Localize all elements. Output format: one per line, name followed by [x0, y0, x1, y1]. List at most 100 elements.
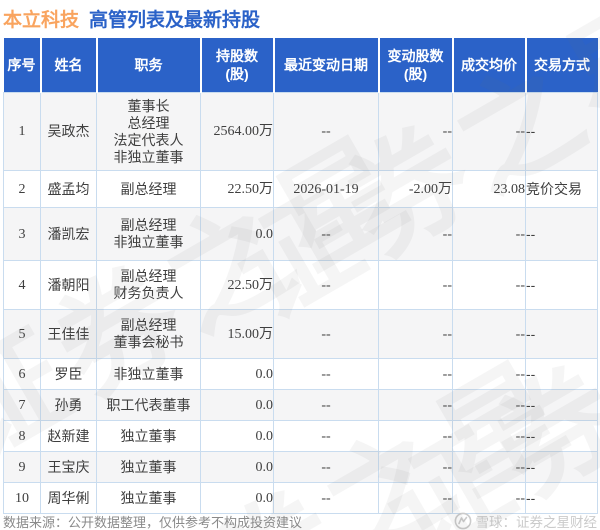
cell-no: 1: [3, 92, 41, 171]
cell-change-date: --: [273, 207, 379, 261]
cell-no: 5: [3, 309, 41, 359]
cell-shares: 0.0: [200, 389, 274, 421]
cell-change-shares: --: [378, 420, 453, 452]
col-header-position: 职务: [95, 38, 201, 93]
cell-name: 罗臣: [40, 358, 97, 390]
cell-name: 赵新建: [40, 420, 97, 452]
col-header-trade-method: 交易方式: [524, 38, 598, 93]
cell-position: 独立董事: [96, 482, 201, 514]
title-text: 高管列表及最新持股: [89, 10, 261, 31]
table-row: 8 赵新建 独立董事 0.0 -- -- -- --: [3, 420, 598, 452]
cell-change-shares: --: [378, 389, 453, 421]
cell-shares: 22.50万: [200, 170, 274, 208]
cell-trade-method: --: [525, 482, 598, 514]
cell-shares: 15.00万: [200, 309, 274, 359]
cell-name: 盛孟均: [40, 170, 97, 208]
cell-trade-method: --: [525, 358, 598, 390]
cell-change-shares: --: [378, 207, 453, 261]
table-row: 7 孙勇 职工代表董事 0.0 -- -- -- --: [3, 389, 598, 421]
cell-change-shares: --: [378, 309, 453, 359]
cell-trade-method: --: [525, 451, 598, 483]
cell-change-shares: --: [378, 92, 453, 171]
cell-change-date: --: [273, 358, 379, 390]
cell-avg-price: --: [452, 451, 526, 483]
cell-no: 7: [3, 389, 41, 421]
xueqiu-logo-icon: [454, 512, 472, 530]
cell-no: 10: [3, 482, 41, 514]
cell-change-shares: -2.00万: [378, 170, 453, 208]
cell-no: 3: [3, 207, 41, 261]
cell-shares: 0.0: [200, 207, 274, 261]
cell-change-date: --: [273, 451, 379, 483]
cell-avg-price: --: [452, 260, 526, 310]
cell-avg-price: --: [452, 207, 526, 261]
cell-change-date: --: [273, 389, 379, 421]
cell-shares: 0.0: [200, 420, 274, 452]
cell-change-date: --: [273, 420, 379, 452]
cell-name: 周华俐: [40, 482, 97, 514]
cell-trade-method: --: [525, 389, 598, 421]
cell-trade-method: --: [525, 420, 598, 452]
cell-change-date: 2026-01-19: [273, 170, 379, 208]
cell-change-date: --: [273, 92, 379, 171]
cell-change-date: --: [273, 260, 379, 310]
page-title: 本立科技 高管列表及最新持股: [3, 5, 260, 32]
cell-name: 潘凯宏: [40, 207, 97, 261]
cell-position: 副总经理 非独立董事: [96, 207, 201, 261]
data-source-disclaimer: 数据来源：公开数据整理，仅供参考不构成投资建议: [3, 514, 303, 530]
cell-avg-price: 23.08: [452, 170, 526, 208]
cell-no: 8: [3, 420, 41, 452]
cell-position: 副总经理 财务负责人: [96, 260, 201, 310]
cell-position: 副总经理: [96, 170, 201, 208]
cell-change-shares: --: [378, 260, 453, 310]
cell-avg-price: --: [452, 358, 526, 390]
footer: 数据来源：公开数据整理，仅供参考不构成投资建议 雪球：证券之星财经: [3, 511, 597, 530]
cell-change-shares: --: [378, 358, 453, 390]
cell-trade-method: --: [525, 260, 598, 310]
table-row: 4 潘朝阳 副总经理 财务负责人 22.50万 -- -- -- --: [3, 260, 598, 310]
page: 证券之星 证券之星 证券之星 证券之星 本立科技 高管列表及最新持股 序号 姓名 …: [0, 0, 600, 530]
cell-change-date: --: [273, 309, 379, 359]
table-header-row: 序号 姓名 职务 持股数 (股) 最近变动日期 变动股数 (股) 成交均价 交易…: [3, 38, 598, 93]
cell-avg-price: --: [452, 309, 526, 359]
table-row: 6 罗臣 非独立董事 0.0 -- -- -- --: [3, 358, 598, 390]
cell-change-shares: --: [378, 451, 453, 483]
cell-trade-method: 竞价交易: [525, 170, 598, 208]
table-row: 10 周华俐 独立董事 0.0 -- -- -- --: [3, 482, 598, 514]
cell-shares: 0.0: [200, 358, 274, 390]
col-header-change-shares: 变动股数 (股): [377, 38, 453, 93]
cell-name: 王宝庆: [40, 451, 97, 483]
cell-position: 副总经理 董事会秘书: [96, 309, 201, 359]
table-row: 1 吴政杰 董事长 总经理 法定代表人 非独立董事 2564.00万 -- --…: [3, 92, 598, 171]
cell-name: 王佳佳: [40, 309, 97, 359]
cell-position: 独立董事: [96, 420, 201, 452]
cell-avg-price: --: [452, 482, 526, 514]
cell-no: 9: [3, 451, 41, 483]
cell-name: 孙勇: [40, 389, 97, 421]
table-row: 9 王宝庆 独立董事 0.0 -- -- -- --: [3, 451, 598, 483]
cell-position: 职工代表董事: [96, 389, 201, 421]
cell-position: 董事长 总经理 法定代表人 非独立董事: [96, 92, 201, 171]
col-header-avg-price: 成交均价: [451, 38, 526, 93]
cell-change-shares: --: [378, 482, 453, 514]
col-header-no: 序号: [3, 38, 41, 93]
cell-shares: 22.50万: [200, 260, 274, 310]
cell-no: 6: [3, 358, 41, 390]
col-header-shares: 持股数 (股): [199, 38, 274, 93]
cell-position: 非独立董事: [96, 358, 201, 390]
cell-change-date: --: [273, 482, 379, 514]
cell-no: 4: [3, 260, 41, 310]
company-name: 本立科技: [3, 10, 80, 31]
table-row: 2 盛孟均 副总经理 22.50万 2026-01-19 -2.00万 23.0…: [3, 170, 598, 208]
col-header-change-date: 最近变动日期: [272, 38, 379, 93]
cell-trade-method: --: [525, 92, 598, 171]
col-header-name: 姓名: [39, 38, 97, 93]
brand-mark: 雪球：证券之星财经: [454, 511, 597, 530]
table-row: 5 王佳佳 副总经理 董事会秘书 15.00万 -- -- -- --: [3, 309, 598, 359]
cell-shares: 0.0: [200, 451, 274, 483]
cell-avg-price: --: [452, 420, 526, 452]
cell-name: 潘朝阳: [40, 260, 97, 310]
cell-avg-price: --: [452, 92, 526, 171]
holdings-table: 序号 姓名 职务 持股数 (股) 最近变动日期 变动股数 (股) 成交均价 交易…: [3, 38, 598, 514]
cell-position: 独立董事: [96, 451, 201, 483]
